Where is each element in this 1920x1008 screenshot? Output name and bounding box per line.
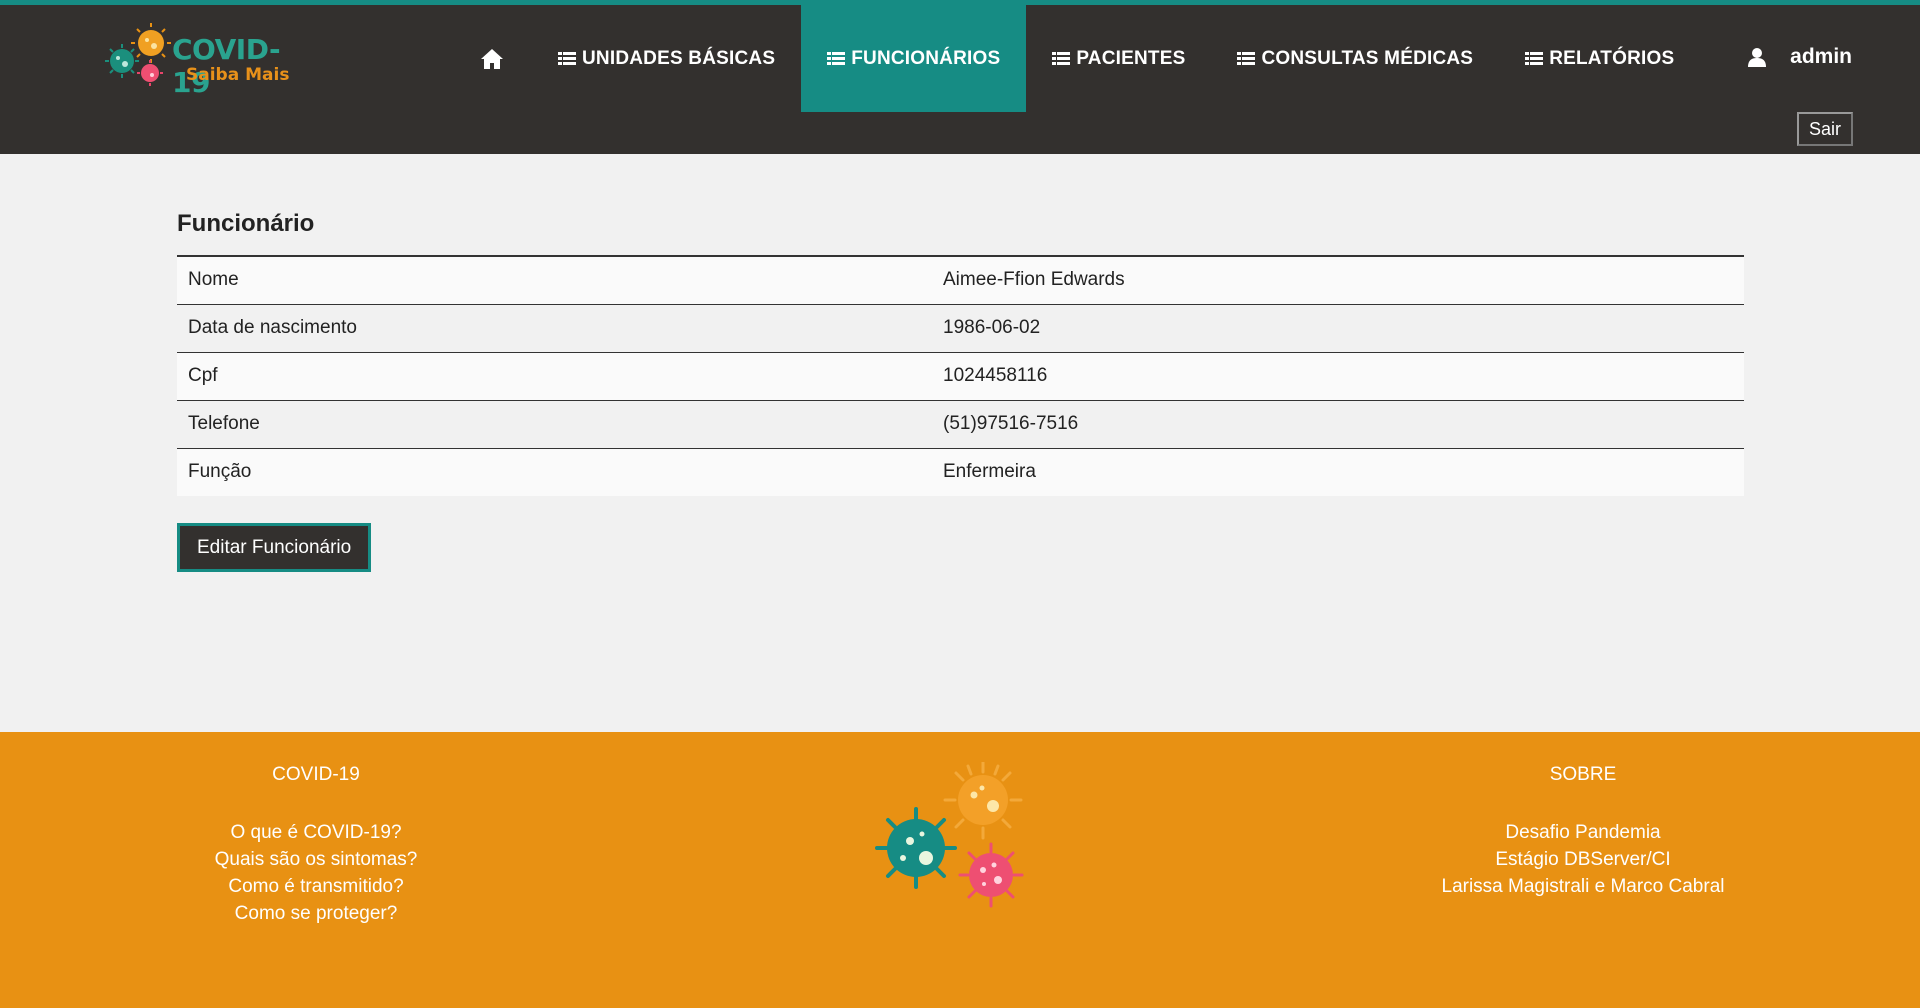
footer-about-title: SOBRE [1549, 764, 1617, 785]
field-label: Função [188, 461, 252, 483]
footer-link-transmission[interactable]: Como é transmitido? [166, 873, 466, 900]
field-label: Data de nascimento [188, 317, 357, 338]
field-label: Telefone [188, 413, 260, 434]
nav-label: PACIENTES [1076, 47, 1186, 69]
covid-logo[interactable]: COVID-19 Saiba Mais [104, 23, 304, 99]
field-value: (51)97516-7516 [943, 413, 1079, 434]
footer-link-what-is[interactable]: O que é COVID-19? [166, 819, 466, 846]
nav-consultas-medicas[interactable]: CONSULTAS MÉDICAS [1211, 5, 1499, 112]
home-icon [481, 48, 503, 69]
table-row: Cpf 1024458116 [177, 352, 1744, 400]
nav-label: FUNCIONÁRIOS [851, 47, 1001, 69]
field-label: Cpf [188, 365, 218, 386]
table-row: Telefone (51)97516-7516 [177, 400, 1744, 448]
field-value: Enfermeira [943, 461, 1036, 483]
employee-details-table: Nome Aimee-Ffion Edwards Data de nascime… [177, 255, 1744, 496]
logo-subtitle: Saiba Mais [186, 65, 290, 85]
user-name: admin [1790, 45, 1852, 68]
footer-link-desafio[interactable]: Desafio Pandemia [1383, 819, 1783, 846]
user-icon [1748, 48, 1767, 67]
nav-funcionarios[interactable]: FUNCIONÁRIOS [801, 5, 1027, 112]
edit-employee-button[interactable]: Editar Funcionário [177, 523, 372, 572]
top-navbar: COVID-19 Saiba Mais UNIDADES BÁSICAS FUN… [0, 0, 1920, 154]
list-icon [827, 51, 846, 66]
table-row: Data de nascimento 1986-06-02 [177, 304, 1744, 352]
virus-illustration-icon [875, 762, 1024, 908]
footer-about-column: SOBRE Desafio Pandemia Estágio DBServer/… [1383, 764, 1783, 900]
list-icon [1052, 51, 1071, 66]
virus-logo-icon [105, 23, 171, 86]
main-nav: UNIDADES BÁSICAS FUNCIONÁRIOS PACIENTES [470, 5, 1700, 112]
nav-relatorios[interactable]: RELATÓRIOS [1499, 5, 1700, 112]
page-title: Funcionário [177, 210, 315, 237]
footer-link-protection[interactable]: Como se proteger? [166, 900, 466, 927]
logout-button[interactable]: Sair [1797, 112, 1853, 146]
footer-covid-column: COVID-19 O que é COVID-19? Quais são os … [166, 764, 466, 927]
table-row: Função Enfermeira [177, 448, 1744, 496]
footer: COVID-19 O que é COVID-19? Quais são os … [0, 732, 1920, 1008]
field-value: Aimee-Ffion Edwards [943, 269, 1125, 291]
list-icon [558, 51, 576, 66]
nav-label: UNIDADES BÁSICAS [582, 47, 776, 69]
nav-label: RELATÓRIOS [1549, 47, 1675, 69]
field-label: Nome [188, 269, 239, 291]
main-content: Funcionário Nome Aimee-Ffion Edwards Dat… [177, 210, 1744, 572]
field-value: 1986-06-02 [943, 317, 1041, 338]
user-menu[interactable]: admin [1746, 45, 1852, 69]
nav-unidades-basicas[interactable]: UNIDADES BÁSICAS [532, 5, 801, 112]
footer-link-authors[interactable]: Larissa Magistrali e Marco Cabral [1383, 873, 1783, 900]
field-value: 1024458116 [943, 365, 1048, 386]
list-icon [1525, 51, 1544, 66]
footer-link-estagio[interactable]: Estágio DBServer/CI [1383, 846, 1783, 873]
nav-pacientes[interactable]: PACIENTES [1026, 5, 1211, 112]
nav-label: CONSULTAS MÉDICAS [1261, 47, 1474, 69]
list-icon [1237, 51, 1256, 66]
table-row: Nome Aimee-Ffion Edwards [177, 256, 1744, 304]
footer-covid-title: COVID-19 [272, 764, 360, 785]
footer-link-symptoms[interactable]: Quais são os sintomas? [166, 846, 466, 873]
nav-home[interactable] [470, 5, 532, 112]
